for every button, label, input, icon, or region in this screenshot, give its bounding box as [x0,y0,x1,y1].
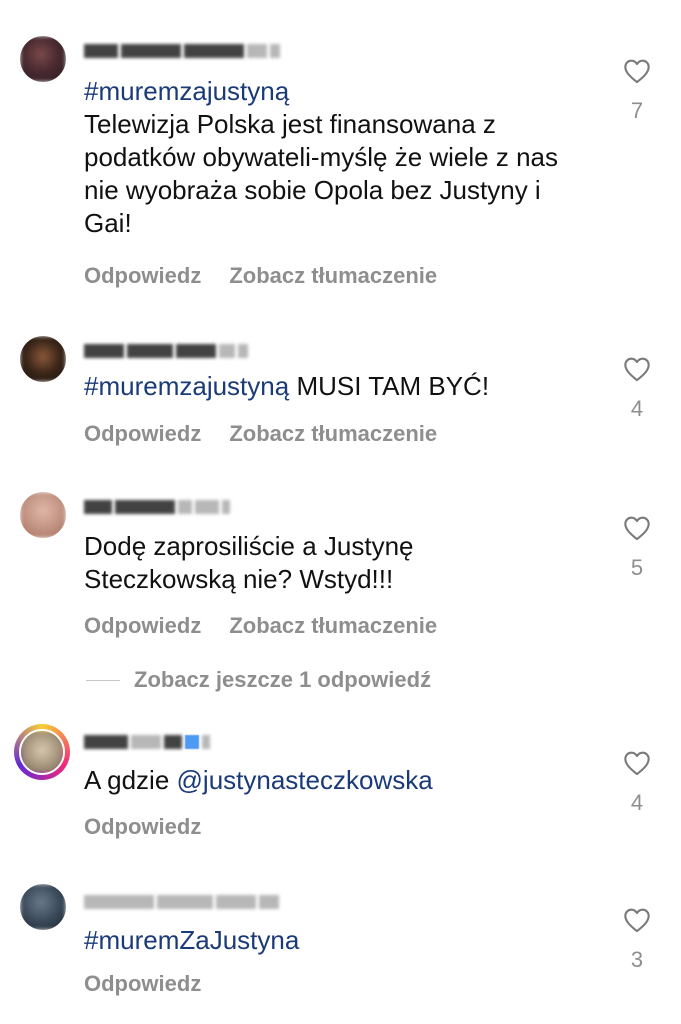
like-control: 4 [622,356,652,422]
like-count: 5 [630,555,644,580]
username-blurred[interactable] [84,496,230,518]
reply-button[interactable]: Odpowiedz [84,263,201,289]
translate-button[interactable]: Zobacz tłumaczenie [229,613,437,639]
comment-actions: Odpowiedz [84,971,201,997]
reply-button[interactable]: Odpowiedz [84,421,201,447]
comment-text: #muremzajustyną MUSI TAM BYĆ! [84,371,490,401]
comment-actions: Odpowiedz Zobacz tłumaczenie [84,421,437,447]
heart-outline-icon[interactable] [623,58,651,84]
username-blurred[interactable] [84,891,279,913]
comment-text: #muremzajustyną Telewizja Polska jest fi… [84,76,558,238]
like-control: 5 [622,515,652,581]
username-blurred[interactable] [84,731,210,753]
avatar[interactable] [20,884,66,930]
hashtag-link[interactable]: #muremzajustyną [84,371,289,401]
heart-outline-icon[interactable] [623,750,651,776]
comment-text: A gdzie @justynasteczkowska [84,765,433,795]
like-count: 3 [630,947,644,972]
heart-outline-icon[interactable] [623,356,651,382]
mention-link[interactable]: @justynasteczkowska [177,765,433,795]
like-control: 7 [622,58,652,124]
comment-text: Dodę zaprosiliście a Justynę Steczkowską… [84,531,414,594]
comment-actions: Odpowiedz [84,814,201,840]
like-control: 4 [622,750,652,816]
avatar [19,729,65,775]
avatar[interactable] [20,336,66,382]
hashtag-link[interactable]: #muremZaJustyna [84,925,299,955]
reply-button[interactable]: Odpowiedz [84,814,201,840]
avatar[interactable] [20,36,66,82]
username-blurred[interactable] [84,340,248,362]
comment-text: #muremZaJustyna [84,924,584,957]
comment-actions: Odpowiedz Zobacz tłumaczenie [84,613,437,639]
heart-outline-icon[interactable] [623,515,651,541]
heart-outline-icon[interactable] [623,907,651,933]
divider-line [86,679,120,681]
username-blurred[interactable] [84,40,280,62]
like-count: 7 [630,98,644,123]
view-more-replies[interactable]: Zobacz jeszcze 1 odpowiedź [86,667,431,693]
translate-button[interactable]: Zobacz tłumaczenie [229,421,437,447]
comment-actions: Odpowiedz Zobacz tłumaczenie [84,263,437,289]
view-more-replies-label: Zobacz jeszcze 1 odpowiedź [134,667,432,692]
like-count: 4 [630,396,644,421]
like-count: 4 [630,790,644,815]
reply-button[interactable]: Odpowiedz [84,971,201,997]
hashtag-link[interactable]: #muremzajustyną [84,76,289,106]
story-ring[interactable] [14,724,70,780]
translate-button[interactable]: Zobacz tłumaczenie [229,263,437,289]
reply-button[interactable]: Odpowiedz [84,613,201,639]
like-control: 3 [622,907,652,973]
avatar[interactable] [20,492,66,538]
